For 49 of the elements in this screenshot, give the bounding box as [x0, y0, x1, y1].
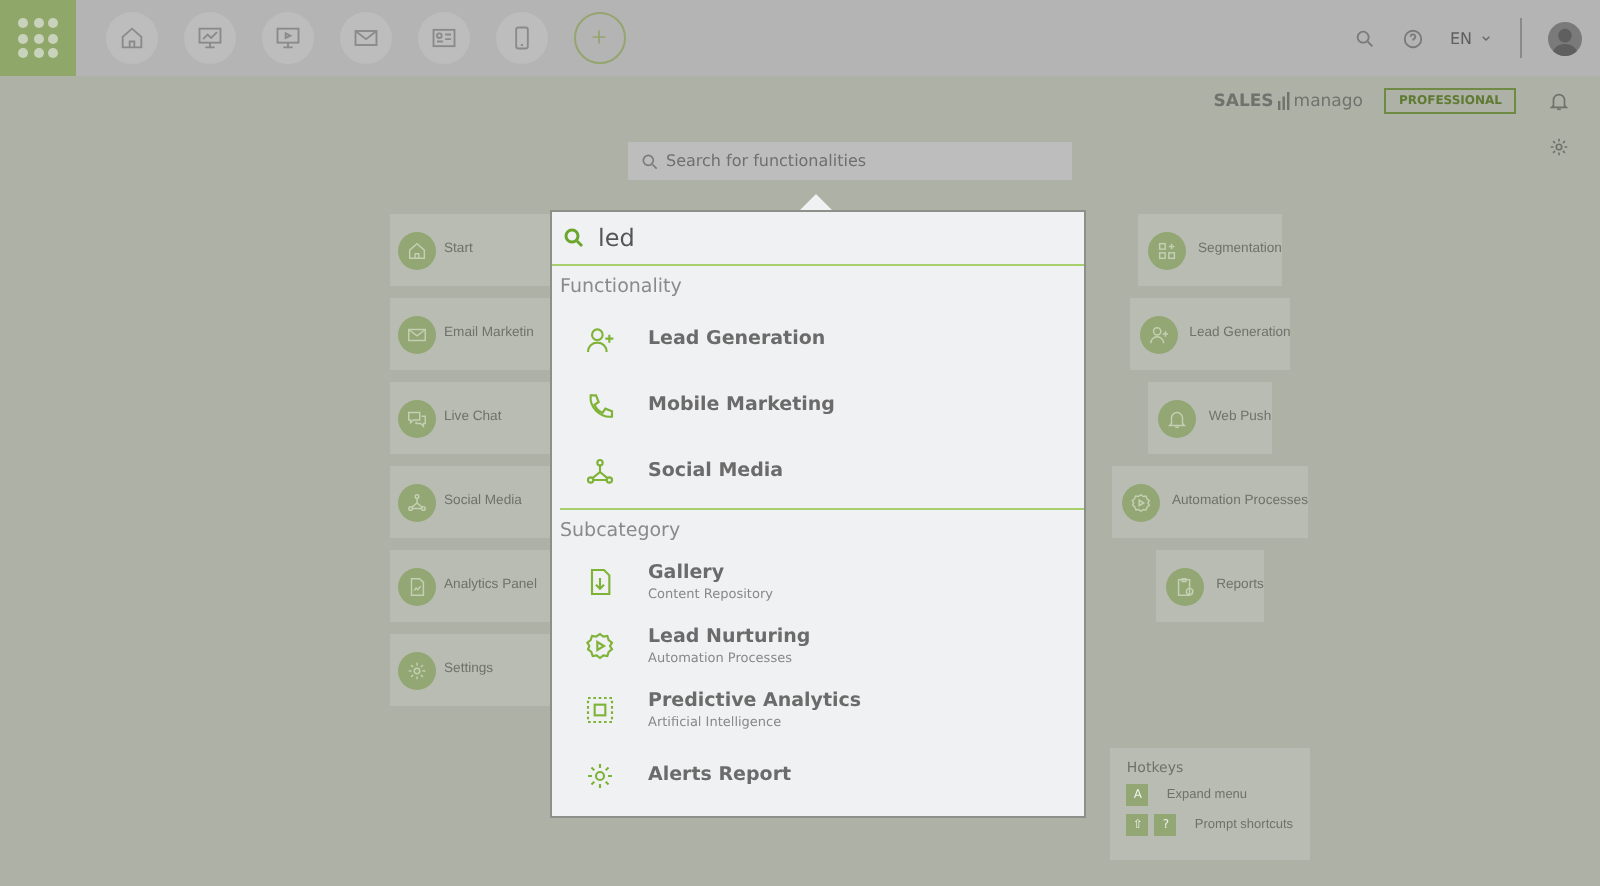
result-link[interactable]: Predictive Analytics [648, 690, 862, 712]
search-icon [562, 226, 586, 250]
gear-play-icon [584, 630, 616, 662]
clipboard-icon [1166, 567, 1205, 605]
result-link[interactable]: Social Media [648, 460, 784, 482]
chart-icon [196, 24, 224, 52]
result-link[interactable]: Gallery [648, 562, 773, 584]
result-link[interactable]: Lead Nurturing [648, 626, 811, 648]
help-icon[interactable] [1401, 27, 1424, 49]
grid-icon [1148, 231, 1187, 269]
nav-button[interactable] [106, 12, 158, 64]
user-plus-icon [1139, 315, 1178, 353]
nav-button[interactable] [340, 12, 392, 64]
apps-menu-button[interactable] [0, 0, 76, 76]
section-heading: Subcategory [560, 520, 683, 542]
gear-play-icon [1121, 483, 1160, 521]
square-icon [584, 694, 616, 726]
add-button[interactable] [574, 12, 626, 64]
search-icon[interactable] [1353, 27, 1376, 49]
logo-text: manago [1293, 91, 1363, 111]
logo-bars-icon [1277, 92, 1290, 110]
nav-button[interactable] [262, 12, 314, 64]
section-heading: Functionality [560, 276, 684, 298]
phone-icon [584, 389, 616, 421]
search-query[interactable]: led [598, 224, 635, 252]
chat-icon [398, 399, 436, 437]
network-icon [398, 483, 436, 521]
nav-button[interactable] [184, 12, 236, 64]
nav-button[interactable] [496, 12, 548, 64]
envelope-icon [352, 24, 380, 52]
result-link[interactable]: Lead Generation [648, 328, 826, 350]
card-icon [430, 24, 458, 52]
bell-icon [1158, 399, 1197, 437]
logo-text: SALES [1213, 91, 1274, 111]
search-icon [640, 151, 660, 171]
search-field[interactable]: Search for functionalities [628, 142, 1072, 180]
language-select[interactable]: EN [1449, 29, 1494, 47]
home-icon [118, 24, 146, 52]
network-icon [584, 455, 616, 487]
envelope-icon [398, 315, 436, 353]
user-plus-icon [584, 323, 616, 355]
home-icon [398, 231, 436, 269]
result-link[interactable]: Alerts Report [648, 764, 792, 786]
nav-button[interactable] [418, 12, 470, 64]
bell-icon[interactable] [1547, 90, 1569, 112]
monitor-icon [274, 24, 302, 52]
avatar[interactable] [1548, 21, 1582, 55]
document-icon [398, 567, 436, 605]
result-link[interactable]: Mobile Marketing [648, 394, 835, 416]
